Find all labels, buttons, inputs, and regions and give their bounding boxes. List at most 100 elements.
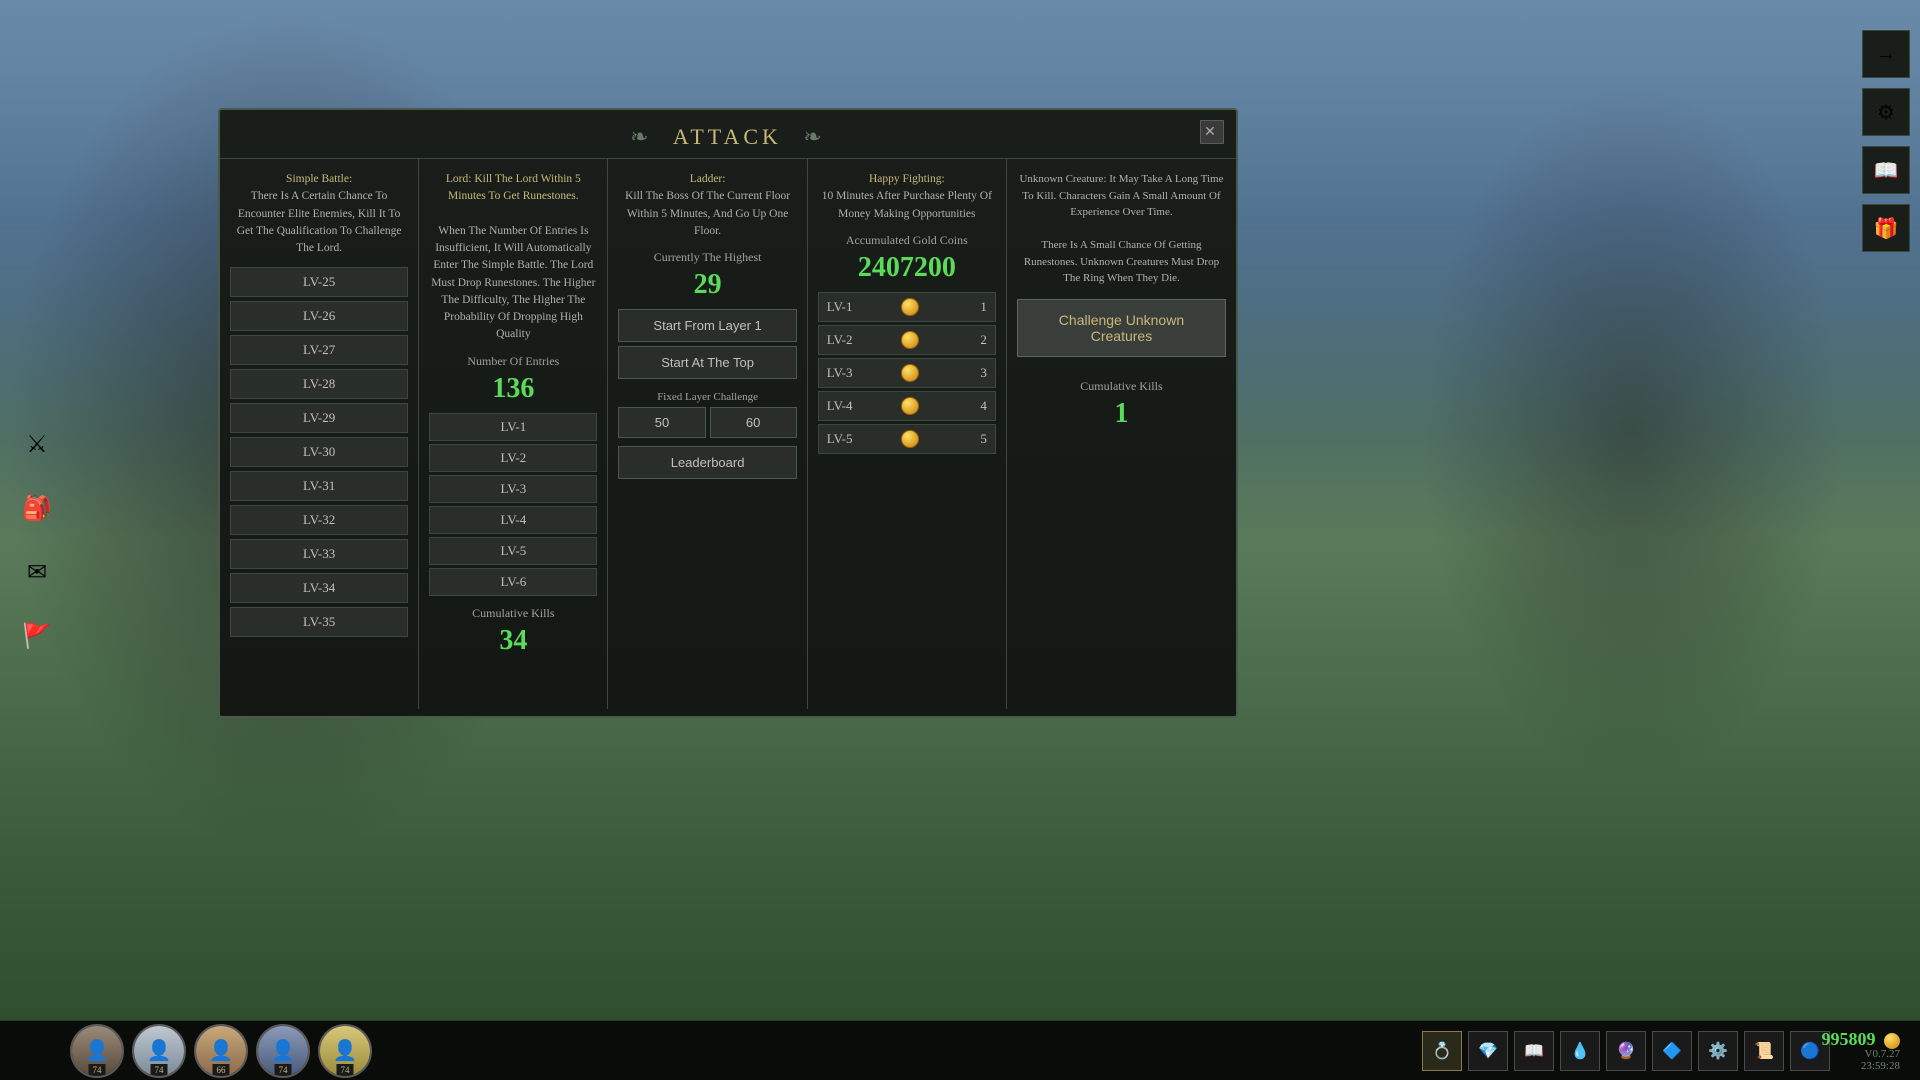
lv-entry[interactable]: LV-6 bbox=[429, 568, 597, 596]
gold-coin-icon-3 bbox=[901, 364, 919, 382]
gold-lv-3: LV-3 bbox=[827, 365, 853, 381]
character-avatar-1[interactable]: 👤 74 bbox=[70, 1024, 124, 1078]
book-slot[interactable]: 📖 bbox=[1514, 1031, 1554, 1071]
sword-icon[interactable]: ⚔ bbox=[10, 417, 64, 471]
gem-slot[interactable]: 💎 bbox=[1468, 1031, 1508, 1071]
lord-desc: Lord: Kill The Lord Within 5 Minutes To … bbox=[429, 171, 597, 344]
book-icon[interactable]: 📖 bbox=[1862, 146, 1910, 194]
bag-icon[interactable]: 🎒 bbox=[10, 481, 64, 535]
level-item[interactable]: LV-27 bbox=[230, 335, 408, 365]
gold-coin-icon-4 bbox=[901, 397, 919, 415]
crystal-slot[interactable]: 🔷 bbox=[1652, 1031, 1692, 1071]
happy-fighting-desc: Happy Fighting: 10 Minutes After Purchas… bbox=[818, 171, 996, 223]
gold-amount-5: 5 bbox=[967, 431, 987, 447]
orb-slot[interactable]: 🔮 bbox=[1606, 1031, 1646, 1071]
gold-row-1[interactable]: LV-1 1 bbox=[818, 292, 996, 322]
level-item[interactable]: LV-28 bbox=[230, 369, 408, 399]
level-item[interactable]: LV-31 bbox=[230, 471, 408, 501]
kills-label-col2: Cumulative Kills bbox=[429, 606, 597, 621]
gold-coins-value: 2407200 bbox=[818, 252, 996, 284]
cumulative-kills-value-col5: 1 bbox=[1017, 398, 1226, 430]
challenge-unknown-button[interactable]: Challenge UnknownCreatures bbox=[1017, 299, 1226, 357]
gold-amount: 995809 bbox=[1822, 1029, 1876, 1049]
gold-coin-icon-2 bbox=[901, 331, 919, 349]
lv-entry[interactable]: LV-1 bbox=[429, 413, 597, 441]
level-list: LV-25 LV-26 LV-27 LV-28 LV-29 LV-30 LV-3… bbox=[230, 267, 408, 637]
gold-row-4[interactable]: LV-4 4 bbox=[818, 391, 996, 421]
gold-coins-label: Accumulated Gold Coins bbox=[818, 233, 996, 248]
scroll-slot[interactable]: 📜 bbox=[1744, 1031, 1784, 1071]
attack-modal: ATTACK ✕ Simple Battle: There Is A Certa… bbox=[218, 108, 1238, 718]
lv-entry[interactable]: LV-2 bbox=[429, 444, 597, 472]
unknown-creature-desc: Unknown Creature: It May Take A Long Tim… bbox=[1017, 171, 1226, 287]
arrow-right-icon[interactable]: → bbox=[1862, 30, 1910, 78]
modal-header: ATTACK ✕ bbox=[220, 110, 1236, 159]
gold-amount-2: 2 bbox=[967, 332, 987, 348]
level-badge-1: 74 bbox=[89, 1064, 106, 1076]
character-avatars: 👤 74 👤 74 👤 66 👤 74 👤 74 bbox=[70, 1024, 372, 1078]
gold-row-2[interactable]: LV-2 2 bbox=[818, 325, 996, 355]
level-item[interactable]: LV-34 bbox=[230, 573, 408, 603]
character-avatar-2[interactable]: 👤 74 bbox=[132, 1024, 186, 1078]
lv-entry[interactable]: LV-5 bbox=[429, 537, 597, 565]
fixed-layer-label: Fixed Layer Challenge bbox=[618, 391, 796, 403]
character-avatar-4[interactable]: 👤 74 bbox=[256, 1024, 310, 1078]
version-info: V0.7.27 23:59:28 bbox=[1861, 1048, 1900, 1072]
gear-slot[interactable]: ⚙️ bbox=[1698, 1031, 1738, 1071]
entries-value: 136 bbox=[429, 373, 597, 405]
ladder-column: Ladder: Kill The Boss Of The Current Flo… bbox=[608, 159, 807, 709]
start-at-top-button[interactable]: Start At The Top bbox=[618, 346, 796, 379]
close-button[interactable]: ✕ bbox=[1200, 120, 1224, 144]
happy-fighting-column: Happy Fighting: 10 Minutes After Purchas… bbox=[808, 159, 1007, 709]
level-badge-2: 74 bbox=[151, 1064, 168, 1076]
game-time: 23:59:28 bbox=[1861, 1060, 1900, 1072]
start-from-layer-button[interactable]: Start From Layer 1 bbox=[618, 309, 796, 342]
ring-slot[interactable]: 💍 bbox=[1422, 1031, 1462, 1071]
side-icons-left: ⚔ 🎒 ✉ 🚩 bbox=[0, 407, 74, 673]
gold-amount-4: 4 bbox=[967, 398, 987, 414]
level-item[interactable]: LV-30 bbox=[230, 437, 408, 467]
character-avatar-5[interactable]: 👤 74 bbox=[318, 1024, 372, 1078]
level-badge-4: 74 bbox=[275, 1064, 292, 1076]
character-avatar-3[interactable]: 👤 66 bbox=[194, 1024, 248, 1078]
gift-icon[interactable]: 🎁 bbox=[1862, 204, 1910, 252]
level-item[interactable]: LV-29 bbox=[230, 403, 408, 433]
lv-entry[interactable]: LV-4 bbox=[429, 506, 597, 534]
gold-coin-icon-5 bbox=[901, 430, 919, 448]
side-icons-right: → ⚙ 📖 🎁 bbox=[1852, 20, 1920, 262]
leaderboard-button[interactable]: Leaderboard bbox=[618, 446, 796, 479]
simple-battle-desc: Simple Battle: There Is A Certain Chance… bbox=[230, 171, 408, 257]
level-item[interactable]: LV-25 bbox=[230, 267, 408, 297]
level-item[interactable]: LV-33 bbox=[230, 539, 408, 569]
gold-row-3[interactable]: LV-3 3 bbox=[818, 358, 996, 388]
highest-value: 29 bbox=[618, 269, 796, 301]
gear-icon[interactable]: ⚙ bbox=[1862, 88, 1910, 136]
version-number: V0.7.27 bbox=[1861, 1048, 1900, 1060]
gold-coin-icon bbox=[1884, 1033, 1900, 1049]
highest-label: Currently The Highest bbox=[618, 250, 796, 265]
entries-label: Number Of Entries bbox=[429, 354, 597, 369]
flag-icon[interactable]: 🚩 bbox=[10, 609, 64, 663]
gold-coin-icon-1 bbox=[901, 298, 919, 316]
level-item[interactable]: LV-35 bbox=[230, 607, 408, 637]
fixed-challenge-60[interactable]: 60 bbox=[710, 407, 797, 438]
bottom-inventory-icons: 💍 💎 📖 💧 🔮 🔷 ⚙️ 📜 🔵 bbox=[1422, 1031, 1830, 1071]
mail-icon[interactable]: ✉ bbox=[10, 545, 64, 599]
bottom-bar: 👤 74 👤 74 👤 66 👤 74 👤 74 💍 💎 📖 💧 🔮 🔷 ⚙️ … bbox=[0, 1020, 1920, 1080]
gold-row-5[interactable]: LV-5 5 bbox=[818, 424, 996, 454]
level-badge-3: 66 bbox=[213, 1064, 230, 1076]
level-badge-5: 74 bbox=[337, 1064, 354, 1076]
lv-entry[interactable]: LV-3 bbox=[429, 475, 597, 503]
kills-value-col2: 34 bbox=[429, 625, 597, 657]
ladder-desc: Ladder: Kill The Boss Of The Current Flo… bbox=[618, 171, 796, 240]
cumulative-kills-label-col5: Cumulative Kills bbox=[1017, 379, 1226, 394]
gold-amount-1: 1 bbox=[967, 299, 987, 315]
fixed-challenge-row: 50 60 bbox=[618, 407, 796, 438]
gold-lv-1: LV-1 bbox=[827, 299, 853, 315]
gold-counter: 995809 bbox=[1822, 1029, 1901, 1050]
level-item[interactable]: LV-32 bbox=[230, 505, 408, 535]
fixed-challenge-50[interactable]: 50 bbox=[618, 407, 705, 438]
level-item[interactable]: LV-26 bbox=[230, 301, 408, 331]
water-slot[interactable]: 💧 bbox=[1560, 1031, 1600, 1071]
gold-lv-5: LV-5 bbox=[827, 431, 853, 447]
